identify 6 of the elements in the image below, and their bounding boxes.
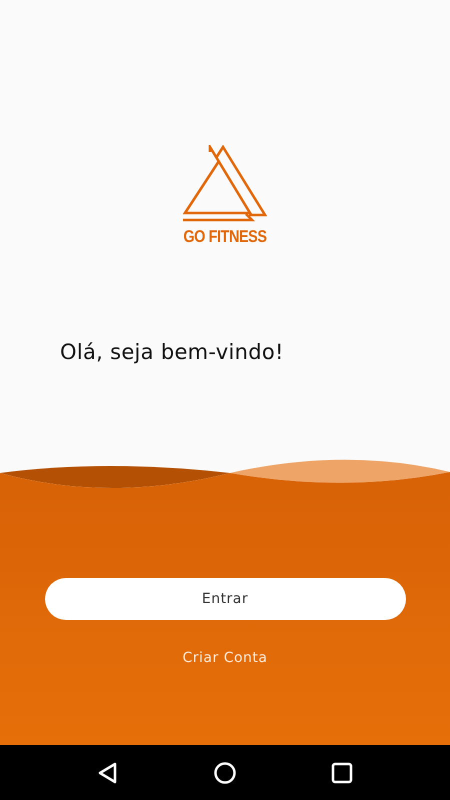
enter-button[interactable]: Entrar xyxy=(44,578,406,620)
recents-button[interactable] xyxy=(330,760,354,784)
triangle-logo-icon xyxy=(183,145,267,223)
brand-name: GO FITNESS xyxy=(183,227,267,247)
welcome-heading: Olá, seja bem-vindo! xyxy=(60,340,285,364)
home-button[interactable] xyxy=(212,760,237,784)
